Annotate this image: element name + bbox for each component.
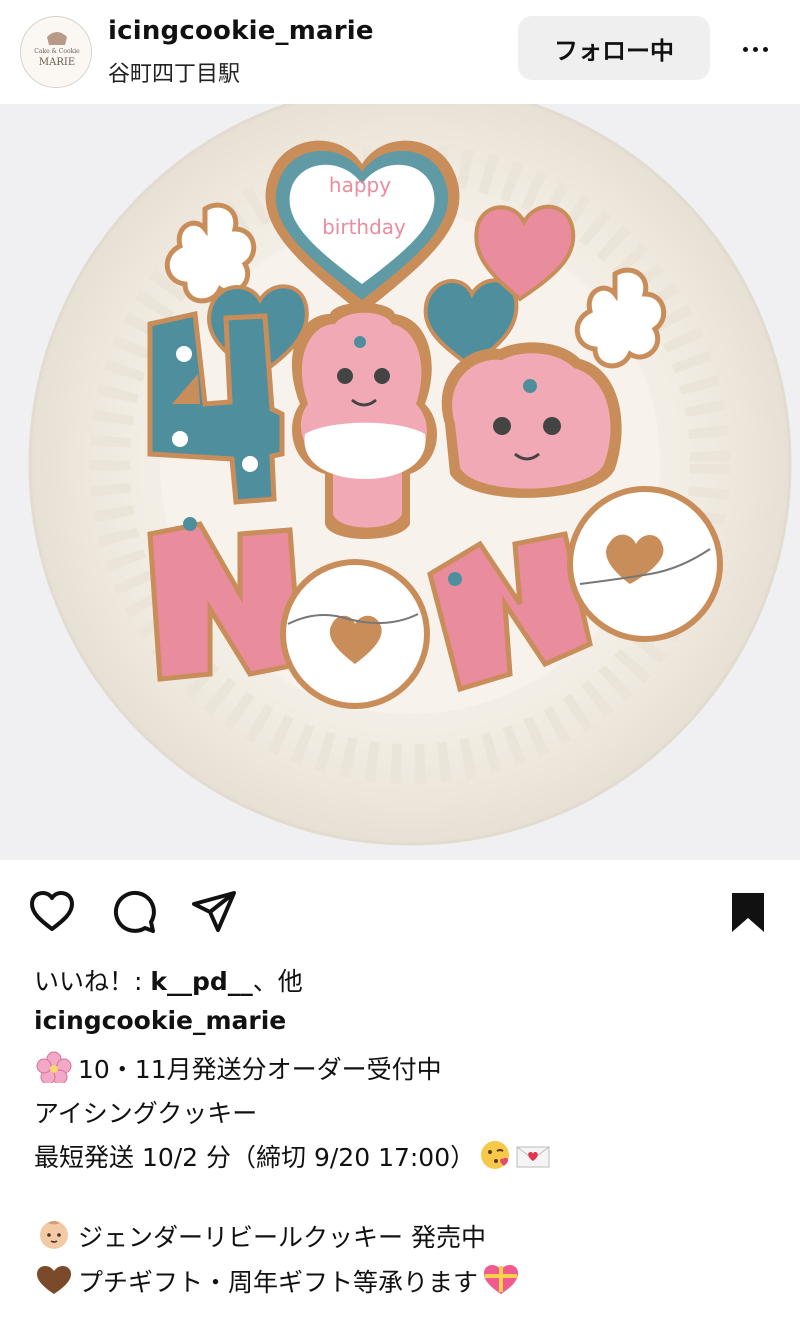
caption-line-5: プチギフト・周年ギフト等承ります	[34, 1262, 520, 1299]
caption-text-5: プチギフト・周年ギフト等承ります	[78, 1268, 479, 1297]
baby-icon	[40, 1221, 68, 1249]
cherry-blossom-icon	[36, 1051, 72, 1083]
caption-text-1: 10・11月発送分オーダー受付中	[78, 1055, 442, 1084]
avatar-brand-text: MARIE	[39, 57, 75, 68]
gift-heart-icon	[484, 1265, 519, 1294]
action-bar	[0, 860, 800, 960]
post-photo[interactable]: happy birthday	[0, 104, 800, 860]
caption-line-1: 10・11月発送分オーダー受付中	[34, 1050, 442, 1086]
liked-by-user[interactable]: k__pd__	[150, 967, 252, 996]
following-button[interactable]: フォロー中	[518, 16, 710, 80]
share-icon[interactable]	[190, 888, 238, 936]
caption-line-3: 最短発送 10/2 分（締切 9/20 17:00）	[34, 1138, 551, 1174]
caption-text-4: ジェンダーリビールクッキー 発売中	[78, 1223, 486, 1252]
letter-o-cookie-2	[567, 486, 723, 642]
letter-o-cookie-1	[280, 559, 430, 709]
heart-icon[interactable]	[28, 888, 76, 936]
bunny-face-cookie	[441, 342, 622, 498]
comment-icon[interactable]	[110, 888, 158, 936]
caption-text-3: 最短発送 10/2 分（締切 9/20 17:00）	[34, 1143, 476, 1172]
cookie-text-birthday: birthday	[322, 215, 406, 239]
post-location[interactable]: 谷町四丁目駅	[108, 56, 240, 88]
kissing-face-icon	[481, 1141, 510, 1169]
likes-prefix: いいね！:	[34, 967, 151, 996]
caption-line-2: アイシングクッキー	[34, 1094, 257, 1130]
caption-line-4: ジェンダーリビールクッキー 発売中	[34, 1218, 486, 1254]
post-header: Cake & Cookie MARIE icingcookie_marie 谷町…	[0, 0, 800, 104]
caption-text-2: アイシングクッキー	[34, 1099, 258, 1128]
post-username[interactable]: icingcookie_marie	[108, 16, 374, 46]
avatar-top-text: Cake & Cookie	[34, 48, 80, 55]
love-letter-icon	[516, 1146, 550, 1168]
caption-username[interactable]: icingcookie_marie	[34, 1006, 286, 1035]
cookie-text-happy: happy	[329, 173, 391, 197]
brown-heart-icon	[37, 1266, 71, 1294]
more-options-icon[interactable]	[738, 34, 772, 64]
bookmark-icon[interactable]	[724, 888, 772, 936]
likes-line[interactable]: いいね！: k__pd__、他	[34, 962, 303, 998]
profile-avatar[interactable]: Cake & Cookie MARIE	[20, 16, 92, 88]
likes-suffix: 、他	[252, 967, 303, 996]
